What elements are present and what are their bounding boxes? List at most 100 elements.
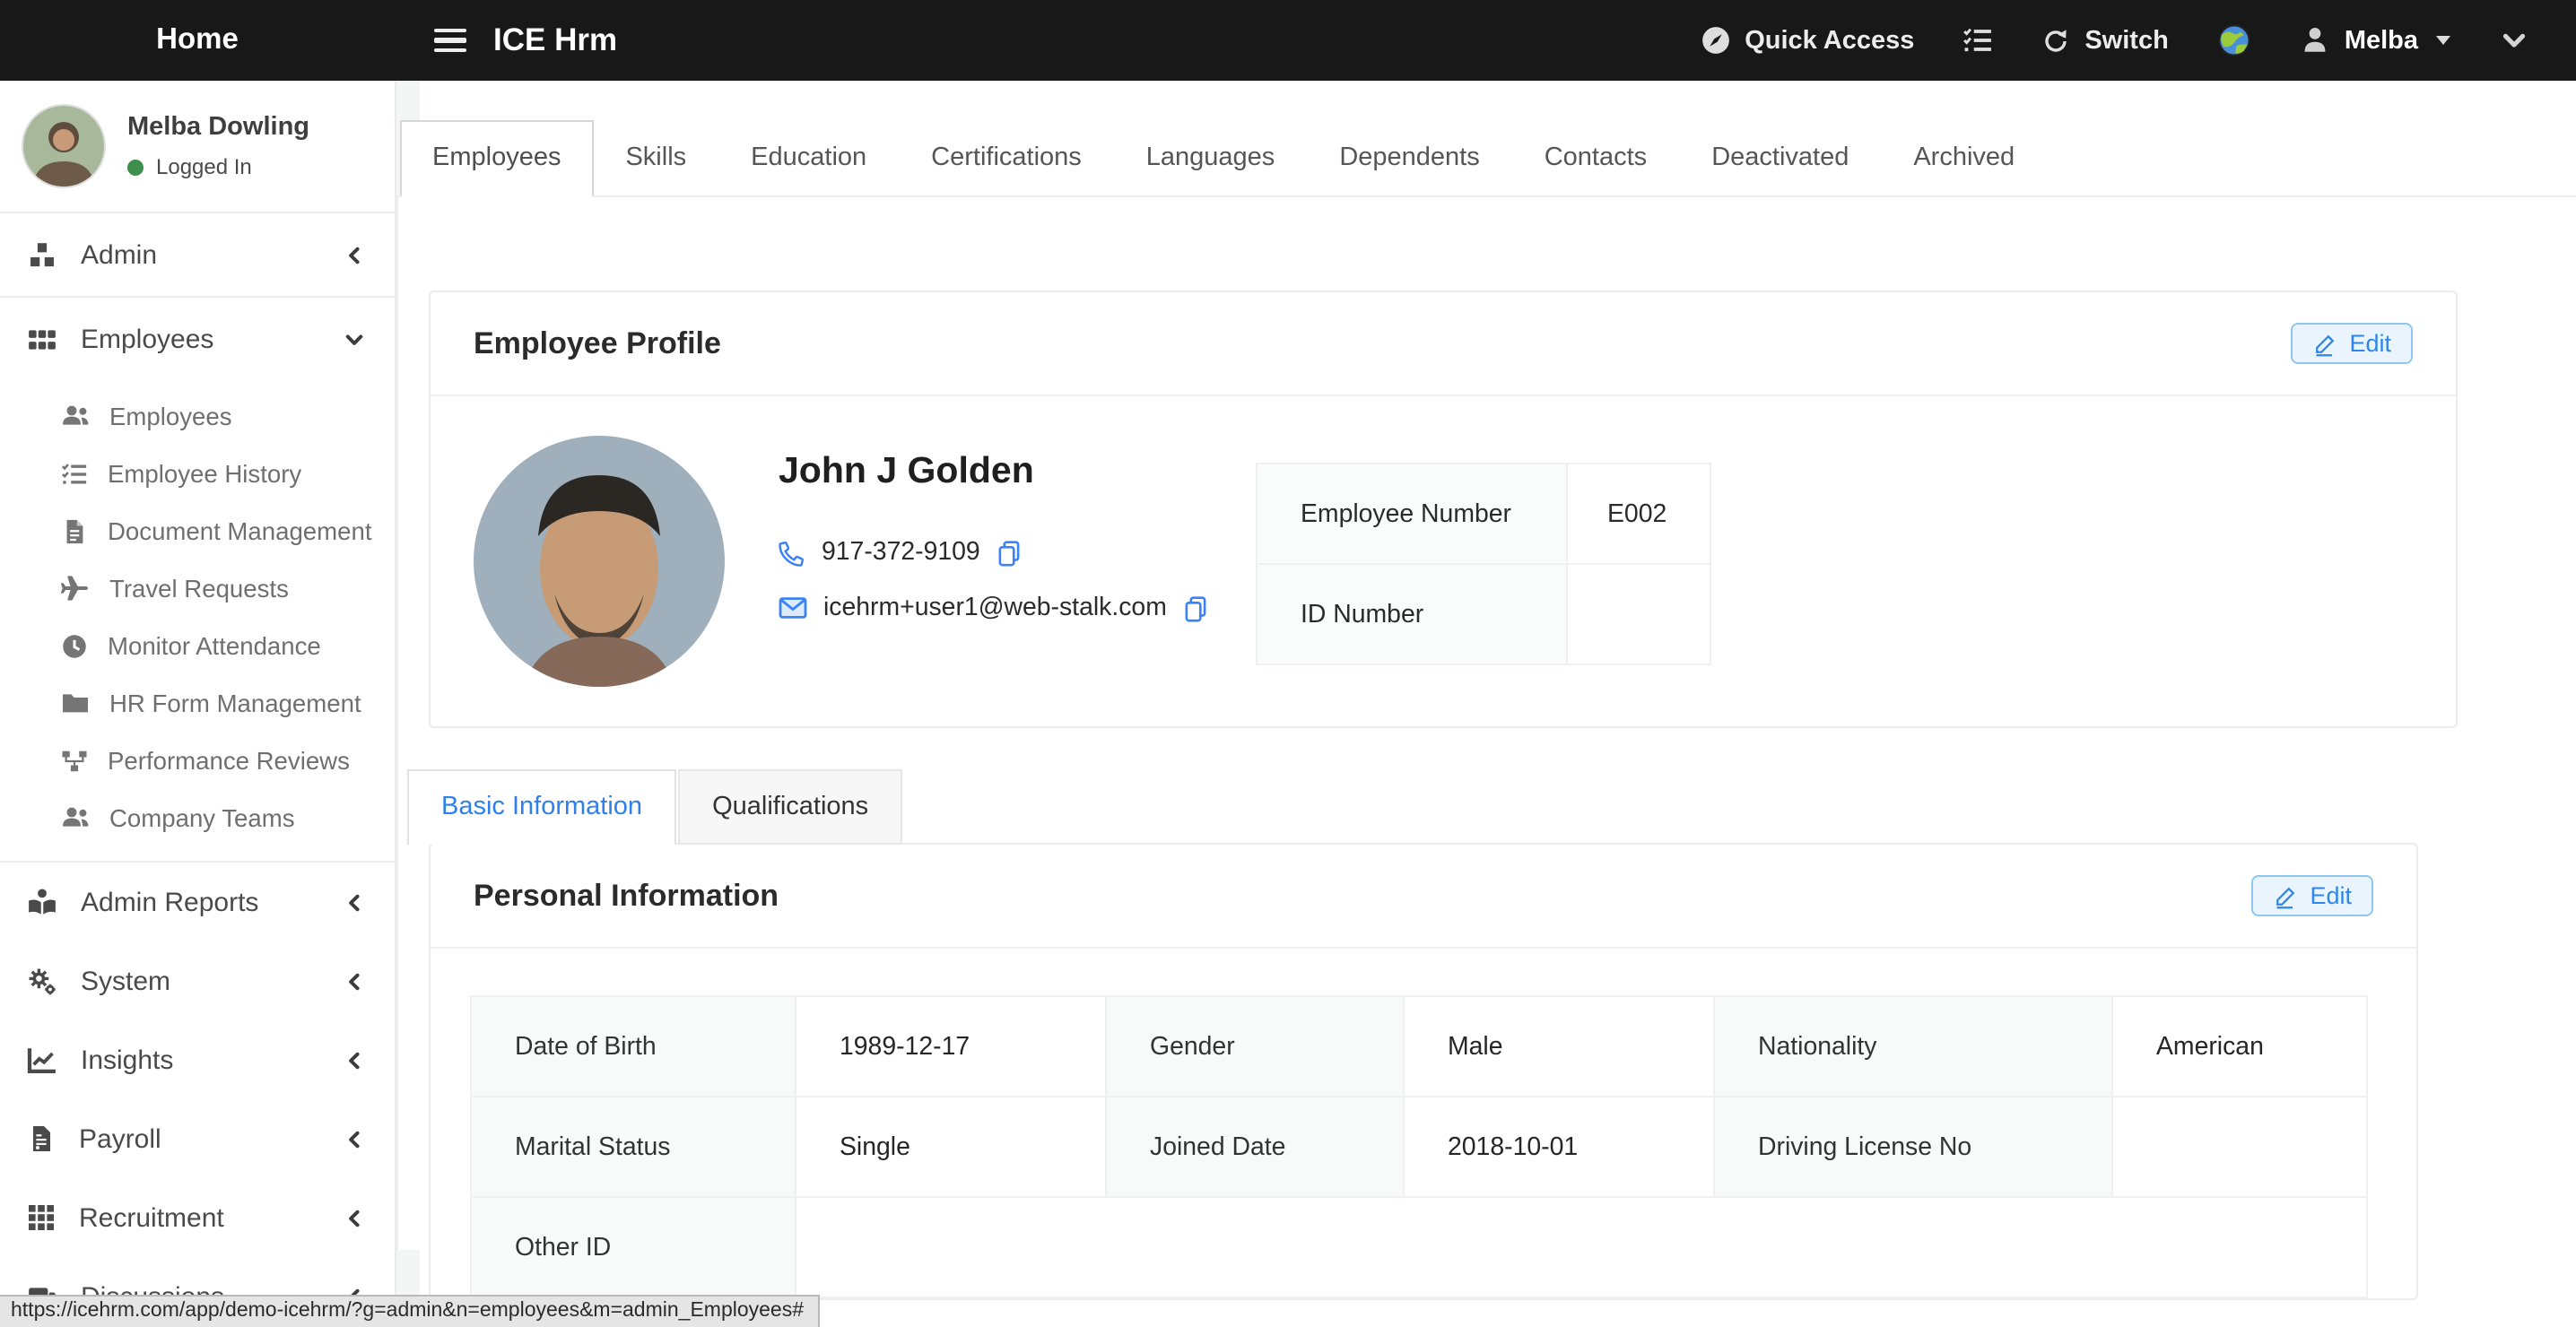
- logged-in-status-dot: [127, 159, 144, 175]
- chevron-left-icon: [343, 1048, 366, 1071]
- book-reader-icon: [27, 887, 57, 917]
- sidebar-item-label: Payroll: [79, 1123, 161, 1154]
- sidebar-item-label: Admin: [81, 239, 157, 270]
- top-navbar: Home ICE Hrm Quick Access Switch Melba: [0, 0, 2576, 81]
- plane-icon: [61, 574, 90, 603]
- sidebar-item-label: Employees: [109, 403, 232, 429]
- chevron-down-icon: [343, 327, 366, 351]
- copy-email-icon[interactable]: [1183, 594, 1210, 621]
- sidebar-item-recruitment[interactable]: Recruitment: [0, 1178, 395, 1257]
- clock-icon: [61, 632, 88, 659]
- users-icon: [61, 402, 90, 430]
- field-label: Marital Status: [471, 1097, 796, 1197]
- chevron-left-icon: [343, 969, 366, 993]
- personal-info-table: Date of Birth 1989-12-17 Gender Male Nat…: [470, 995, 2368, 1298]
- tab-dependents[interactable]: Dependents: [1307, 120, 1511, 197]
- user-photo-icon: [23, 106, 104, 186]
- sidebar-item-employees[interactable]: Employees: [0, 387, 395, 445]
- switch-button[interactable]: Switch: [2041, 26, 2168, 55]
- field-label: Date of Birth: [471, 996, 796, 1097]
- sidebar-item-travel-requests[interactable]: Travel Requests: [0, 559, 395, 617]
- sidebar-item-label: Monitor Attendance: [108, 632, 321, 659]
- edit-label: Edit: [2349, 330, 2391, 357]
- field-label: Gender: [1106, 996, 1404, 1097]
- edit-label: Edit: [2310, 882, 2352, 909]
- tab-skills[interactable]: Skills: [593, 120, 718, 197]
- sidebar-item-document-management[interactable]: Document Management: [0, 502, 395, 559]
- tab-deactivated[interactable]: Deactivated: [1679, 120, 1881, 197]
- tab-archived[interactable]: Archived: [1881, 120, 2047, 197]
- sidebar-item-insights[interactable]: Insights: [0, 1020, 395, 1099]
- sidebar-item-company-teams[interactable]: Company Teams: [0, 789, 395, 846]
- tab-employees[interactable]: Employees: [400, 120, 593, 197]
- field-value: [2112, 1097, 2367, 1197]
- field-value: [796, 1197, 2367, 1297]
- tab-basic-information[interactable]: Basic Information: [407, 769, 676, 845]
- chevron-down-icon: [2499, 25, 2529, 56]
- field-value: American: [2112, 996, 2367, 1097]
- sidebar-item-admin-reports[interactable]: Admin Reports: [0, 863, 395, 941]
- field-value: 1989-12-17: [796, 996, 1106, 1097]
- sidebar-item-label: Employees: [81, 324, 213, 354]
- edit-personal-info-button[interactable]: Edit: [2250, 875, 2373, 916]
- quick-access-button[interactable]: Quick Access: [1700, 25, 1914, 56]
- field-value: E002: [1567, 464, 1710, 564]
- sidebar-submenu: Employees Employee History Document Mana…: [0, 380, 395, 861]
- employee-phone: 917-372-9109: [822, 538, 980, 567]
- pencil-icon: [2272, 883, 2297, 908]
- field-value: 2018-10-01: [1404, 1097, 1714, 1197]
- folder-icon: [61, 689, 90, 717]
- cubes-icon: [27, 239, 57, 270]
- edit-profile-button[interactable]: Edit: [2290, 323, 2413, 364]
- document-icon: [61, 517, 88, 544]
- card-title: Personal Information: [474, 878, 779, 914]
- field-value: [1567, 564, 1710, 664]
- users-icon: [61, 803, 90, 832]
- sidebar-profile: Melba Dowling Logged In: [0, 81, 395, 212]
- task-list-button[interactable]: [1962, 25, 1993, 56]
- tab-languages[interactable]: Languages: [1114, 120, 1308, 197]
- employee-photo: [474, 436, 725, 687]
- table-row: Date of Birth 1989-12-17 Gender Male Nat…: [471, 996, 2367, 1097]
- sidebar-item-label: Company Teams: [109, 804, 295, 831]
- caret-down-icon: [2436, 36, 2450, 45]
- grid-icon: [27, 324, 57, 354]
- field-label: Joined Date: [1106, 1097, 1404, 1197]
- gears-icon: [27, 966, 57, 996]
- logged-in-label: Logged In: [156, 154, 252, 179]
- employee-name: John J Golden: [779, 450, 1210, 493]
- sidebar-item-label: Insights: [81, 1045, 173, 1075]
- tab-contacts[interactable]: Contacts: [1512, 120, 1679, 197]
- employee-id-table: Employee Number E002 ID Number: [1256, 463, 1711, 665]
- sidebar-item-system[interactable]: System: [0, 941, 395, 1020]
- sidebar-item-label: Performance Reviews: [108, 747, 350, 774]
- app-window: Home ICE Hrm Quick Access Switch Melba: [0, 0, 2576, 1327]
- chevron-left-icon: [343, 890, 366, 914]
- compass-icon: [1700, 25, 1730, 56]
- sidebar-item-label: Admin Reports: [81, 887, 258, 917]
- tab-content-panel: Employee Profile Edit John J Golden: [396, 195, 2576, 1250]
- user-menu-button[interactable]: Melba: [2300, 25, 2450, 56]
- sidebar-item-monitor-attendance[interactable]: Monitor Attendance: [0, 617, 395, 674]
- switch-icon: [2041, 26, 2070, 55]
- main-content: Employees Skills Education Certification…: [396, 81, 2576, 1327]
- sidebar-item-employee-history[interactable]: Employee History: [0, 445, 395, 502]
- sidebar-item-performance-reviews[interactable]: Performance Reviews: [0, 732, 395, 789]
- invoice-icon: [27, 1124, 56, 1153]
- sidebar-item-label: Employee History: [108, 460, 301, 487]
- sidebar-item-label: System: [81, 966, 170, 996]
- hamburger-menu-icon[interactable]: [434, 28, 466, 53]
- sidebar-item-hr-form-management[interactable]: HR Form Management: [0, 674, 395, 732]
- home-link[interactable]: Home: [0, 23, 395, 57]
- copy-phone-icon[interactable]: [996, 539, 1023, 566]
- sidebar-item-employees-group[interactable]: Employees: [0, 298, 395, 380]
- sidebar-item-label: Recruitment: [79, 1202, 224, 1233]
- sidebar-item-admin[interactable]: Admin: [0, 213, 395, 296]
- language-globe-button[interactable]: [2217, 23, 2251, 57]
- pencil-icon: [2311, 331, 2337, 356]
- tab-certifications[interactable]: Certifications: [899, 120, 1114, 197]
- tab-education[interactable]: Education: [718, 120, 899, 197]
- tab-qualifications[interactable]: Qualifications: [678, 769, 902, 845]
- sidebar-item-payroll[interactable]: Payroll: [0, 1099, 395, 1178]
- navbar-collapse-button[interactable]: [2499, 25, 2529, 56]
